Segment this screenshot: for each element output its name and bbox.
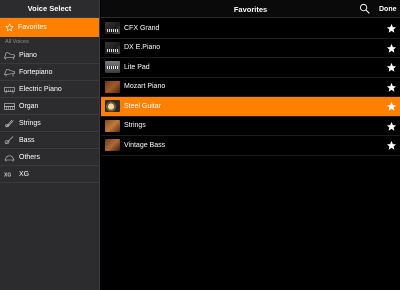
sidebar-item-favorites[interactable]: Favorites <box>0 18 99 37</box>
svg-text:XG: XG <box>4 172 11 178</box>
voice-row-mozart-piano[interactable]: Mozart Piano <box>101 78 400 97</box>
favorite-star-icon[interactable] <box>386 43 397 54</box>
sidebar-item-label: Piano <box>19 51 37 59</box>
page-title: Favorites <box>233 4 268 14</box>
section-label: All Voices <box>5 39 29 45</box>
voice-thumbnail <box>105 80 120 93</box>
favorite-star-icon[interactable] <box>386 23 397 34</box>
sidebar-item-label: Electric Piano <box>19 85 62 93</box>
sidebar: Voice Select Favorites All Voices Piano … <box>0 0 100 290</box>
favorite-star-icon[interactable] <box>386 140 397 151</box>
voice-thumbnail <box>105 41 120 54</box>
voice-label: CFX Grand <box>124 24 160 32</box>
favorite-star-icon[interactable] <box>386 62 397 73</box>
voice-thumbnail <box>105 61 120 74</box>
voice-label: DX E.Piano <box>124 44 161 52</box>
sidebar-item-label: Favorites <box>18 24 47 31</box>
sidebar-item-bass[interactable]: Bass <box>0 132 99 149</box>
voice-row-vintage-bass[interactable]: Vintage Bass <box>101 136 400 156</box>
star-outline-icon <box>5 23 14 32</box>
voice-row-cfx-grand[interactable]: CFX Grand <box>101 19 400 39</box>
favorite-star-icon[interactable] <box>386 82 397 93</box>
voice-row-steel-guitar[interactable]: Steel Guitar <box>101 97 400 117</box>
sidebar-item-organ[interactable]: Organ <box>0 98 99 115</box>
voice-thumbnail <box>105 139 120 152</box>
sidebar-item-label: Strings <box>19 119 41 127</box>
sidebar-item-label: Organ <box>19 102 39 110</box>
search-icon[interactable] <box>359 3 370 14</box>
electric-piano-icon <box>4 85 15 94</box>
done-button[interactable]: Done <box>379 0 397 18</box>
voice-row-dx-epiano[interactable]: DX E.Piano <box>101 39 400 58</box>
main-header: Favorites Done <box>101 0 400 18</box>
voice-thumbnail <box>105 119 120 132</box>
sidebar-item-label: Fortepiano <box>19 68 53 76</box>
voice-label: Strings <box>124 122 146 130</box>
sidebar-item-fortepiano[interactable]: Fortepiano <box>0 64 99 81</box>
voice-label: Lite Pad <box>124 63 150 71</box>
sidebar-item-strings[interactable]: Strings <box>0 115 99 132</box>
voice-label: Vintage Bass <box>124 141 166 149</box>
sidebar-title: Voice Select <box>0 0 99 18</box>
fortepiano-icon <box>4 68 15 77</box>
favorite-star-icon[interactable] <box>386 121 397 132</box>
sidebar-item-electric-piano[interactable]: Electric Piano <box>0 81 99 98</box>
strings-icon <box>4 119 15 128</box>
favorite-star-icon[interactable] <box>386 101 397 112</box>
sidebar-item-label: Others <box>19 153 41 161</box>
voice-row-lite-pad[interactable]: Lite Pad <box>101 58 400 78</box>
sidebar-item-label: Bass <box>19 136 35 144</box>
organ-icon <box>4 102 15 111</box>
sidebar-item-label: XG <box>19 170 30 178</box>
xg-icon: XG <box>4 170 15 179</box>
voice-row-strings[interactable]: Strings <box>101 117 400 136</box>
voice-thumbnail <box>105 100 120 113</box>
others-icon <box>4 153 15 162</box>
bass-icon <box>4 135 15 145</box>
voice-label: Steel Guitar <box>124 102 161 110</box>
piano-icon <box>4 51 15 60</box>
sidebar-item-others[interactable]: Others <box>0 149 99 166</box>
main-panel: Favorites Done CFX Grand DX E.Piano Lite… <box>101 0 400 290</box>
sidebar-item-piano[interactable]: Piano <box>0 47 99 64</box>
voice-list: CFX Grand DX E.Piano Lite Pad Mozart Pia… <box>101 19 400 156</box>
voice-thumbnail <box>105 22 120 35</box>
sidebar-item-xg[interactable]: XG XG <box>0 166 99 183</box>
voice-label: Mozart Piano <box>124 83 166 91</box>
